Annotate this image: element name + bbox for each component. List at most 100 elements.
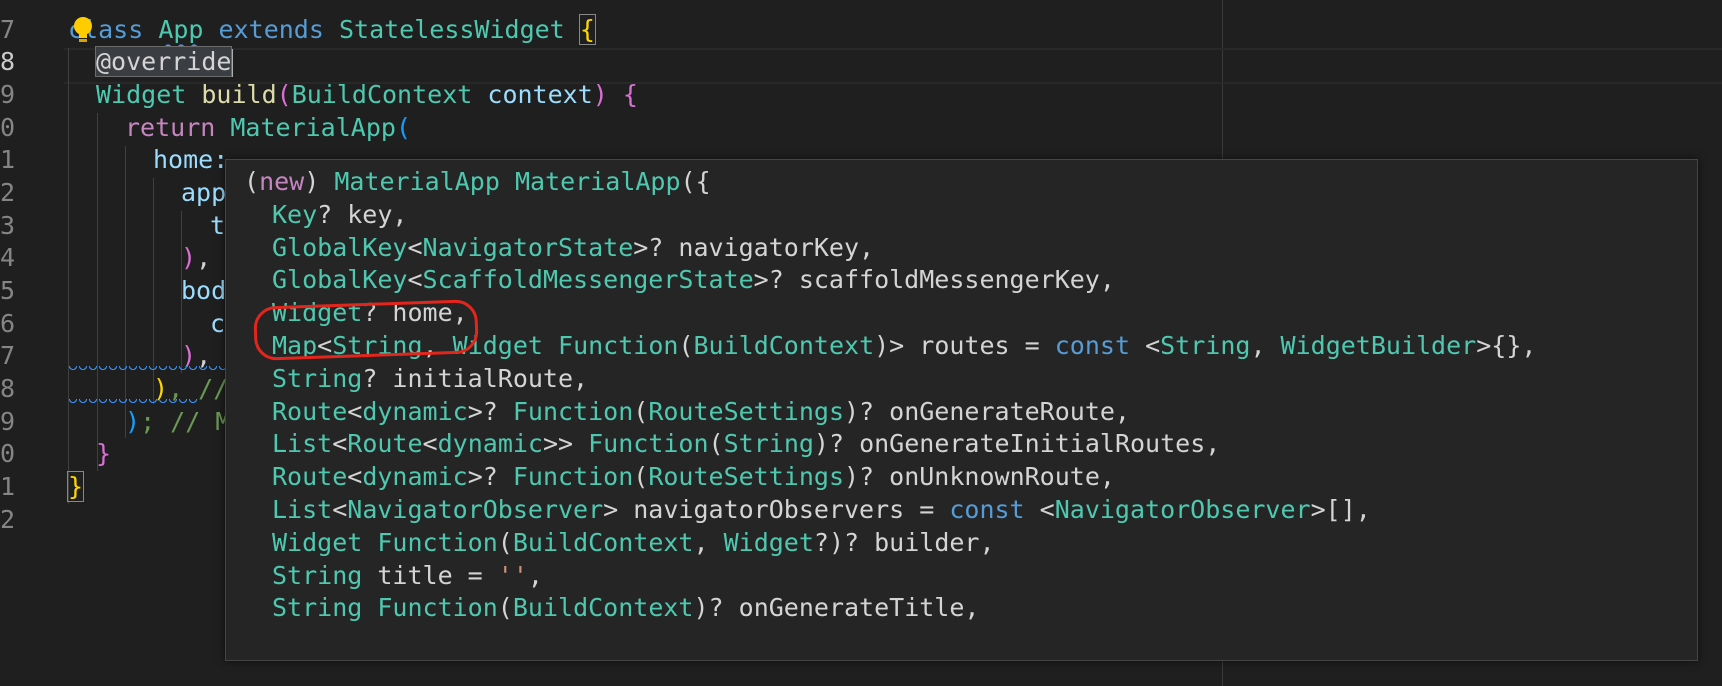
code-editor[interactable]: 7 8 9 0 1 2 3 4 5 6 7 8 9 0 1 2 class Ap… bbox=[0, 0, 1722, 686]
signature-token: Key bbox=[272, 199, 318, 229]
param-type: BuildContext bbox=[291, 80, 473, 109]
code-line[interactable]: c bbox=[210, 306, 225, 342]
signature-token: dynamic bbox=[362, 396, 468, 426]
code-line[interactable]: ), bbox=[181, 240, 211, 276]
code-line[interactable]: bod bbox=[181, 273, 226, 309]
signature-token: ( bbox=[497, 527, 513, 557]
signature-token: BuildContext bbox=[693, 331, 875, 360]
indent-guide bbox=[97, 113, 98, 471]
method-name: build bbox=[201, 80, 277, 109]
property-name: t bbox=[210, 211, 226, 240]
signature-token: Route bbox=[272, 462, 348, 492]
code-line[interactable]: class App extends StatelessWidget { bbox=[68, 12, 596, 48]
signature-token: MaterialApp bbox=[514, 167, 681, 196]
signature-token: >> bbox=[542, 429, 589, 459]
signature-token: const bbox=[1054, 331, 1131, 360]
indent-guide bbox=[125, 146, 126, 438]
property-name: home: bbox=[153, 145, 229, 174]
signature-token: NavigatorObserver bbox=[347, 495, 604, 524]
line-number: 3 bbox=[0, 211, 16, 240]
signature-token: new bbox=[259, 167, 305, 196]
signature-token: List bbox=[272, 429, 333, 459]
open-brace: { bbox=[622, 80, 638, 109]
signature-token: title = bbox=[362, 560, 498, 590]
signature-token: < bbox=[332, 495, 348, 524]
error-squiggle bbox=[68, 366, 228, 374]
annotation-circle bbox=[253, 299, 479, 361]
signature-line: Key? key, bbox=[272, 197, 407, 233]
line-number: 0 bbox=[0, 439, 16, 468]
signature-token: ( bbox=[497, 593, 513, 623]
property-name: c bbox=[210, 309, 226, 338]
close-paren: ) bbox=[125, 407, 141, 436]
signature-token: String bbox=[272, 560, 363, 590]
signature-token: < bbox=[347, 396, 363, 426]
open-paren: ( bbox=[276, 80, 292, 109]
signature-token: )? onGenerateInitialRoutes, bbox=[813, 429, 1221, 459]
signature-line: Route<dynamic>? Function(RouteSettings)?… bbox=[272, 459, 1115, 495]
signature-token: const bbox=[949, 495, 1025, 524]
close-brace: } bbox=[96, 439, 112, 468]
signature-token: Function bbox=[377, 527, 498, 557]
signature-token: ( bbox=[708, 429, 724, 459]
line-number: 7 bbox=[0, 15, 16, 44]
signature-token bbox=[362, 528, 377, 557]
error-squiggle bbox=[68, 399, 198, 407]
code-line[interactable]: @override bbox=[94, 44, 234, 80]
code-line[interactable]: } bbox=[96, 436, 111, 472]
signature-token: >[], bbox=[1310, 495, 1371, 524]
comma: , bbox=[196, 243, 212, 272]
signature-token: BuildContext bbox=[512, 593, 694, 623]
signature-token: < bbox=[1024, 495, 1055, 524]
override-annotation: @override bbox=[94, 46, 233, 77]
line-number: 9 bbox=[0, 407, 16, 436]
signature-line: List<Route<dynamic>> Function(String)? o… bbox=[272, 426, 1220, 462]
signature-token: Function bbox=[377, 593, 498, 623]
signature-token: , bbox=[527, 560, 543, 590]
signature-token: BuildContext bbox=[512, 527, 694, 557]
signature-token: >? bbox=[467, 462, 513, 492]
signature-token: RouteSettings bbox=[648, 396, 844, 426]
line-number: 5 bbox=[0, 276, 16, 305]
signature-token: )> routes = bbox=[874, 331, 1055, 360]
signature-token: )? onUnknownRoute, bbox=[844, 462, 1115, 492]
signature-token: < bbox=[407, 265, 423, 295]
code-line[interactable]: } bbox=[66, 469, 85, 505]
line-number: 7 bbox=[0, 341, 16, 370]
signature-token: ( bbox=[633, 396, 649, 426]
line-number: 1 bbox=[0, 472, 16, 501]
code-line[interactable]: return MaterialApp( bbox=[125, 110, 411, 146]
close-paren: ) bbox=[181, 243, 197, 272]
code-line[interactable]: ); // M bbox=[125, 404, 230, 440]
signature-token bbox=[543, 331, 558, 360]
line-number: 0 bbox=[0, 113, 16, 142]
code-line[interactable]: Widget build(BuildContext context) { bbox=[96, 77, 638, 113]
line-number-gutter: 7 8 9 0 1 2 3 4 5 6 7 8 9 0 1 2 bbox=[0, 0, 40, 686]
lightbulb-icon[interactable] bbox=[72, 16, 94, 46]
code-line[interactable]: t bbox=[210, 208, 225, 244]
signature-line: String Function(BuildContext)? onGenerat… bbox=[272, 590, 979, 626]
signature-token: String bbox=[723, 429, 814, 459]
code-line[interactable]: app bbox=[181, 175, 226, 211]
property-name: bod bbox=[181, 276, 227, 305]
signature-token: RouteSettings bbox=[648, 462, 844, 492]
code-line[interactable]: home: bbox=[153, 142, 228, 178]
constructor-name: MaterialApp bbox=[230, 113, 396, 142]
line-number: 8 bbox=[0, 47, 16, 76]
line-number: 6 bbox=[0, 309, 16, 338]
signature-token: ?)? builder, bbox=[813, 527, 995, 557]
signature-token: >{}, bbox=[1476, 331, 1537, 360]
signature-token: Function bbox=[512, 462, 634, 492]
signature-token: ({ bbox=[680, 167, 711, 196]
signature-line: String title = '', bbox=[272, 558, 543, 594]
signature-token: Route bbox=[347, 429, 423, 459]
signature-token: Widget bbox=[723, 527, 814, 557]
signature-token: Route bbox=[272, 396, 348, 426]
signature-token: MaterialApp bbox=[334, 167, 500, 196]
signature-line: GlobalKey<NavigatorState>? navigatorKey, bbox=[272, 230, 874, 266]
hover-signature-popup[interactable]: (new) MaterialApp MaterialApp({Key? key,… bbox=[225, 159, 1698, 661]
property-name: app bbox=[181, 178, 227, 207]
signature-line: GlobalKey<ScaffoldMessengerState>? scaff… bbox=[272, 262, 1115, 298]
signature-token: )? onGenerateRoute, bbox=[844, 396, 1130, 426]
signature-token: String bbox=[1160, 331, 1251, 360]
